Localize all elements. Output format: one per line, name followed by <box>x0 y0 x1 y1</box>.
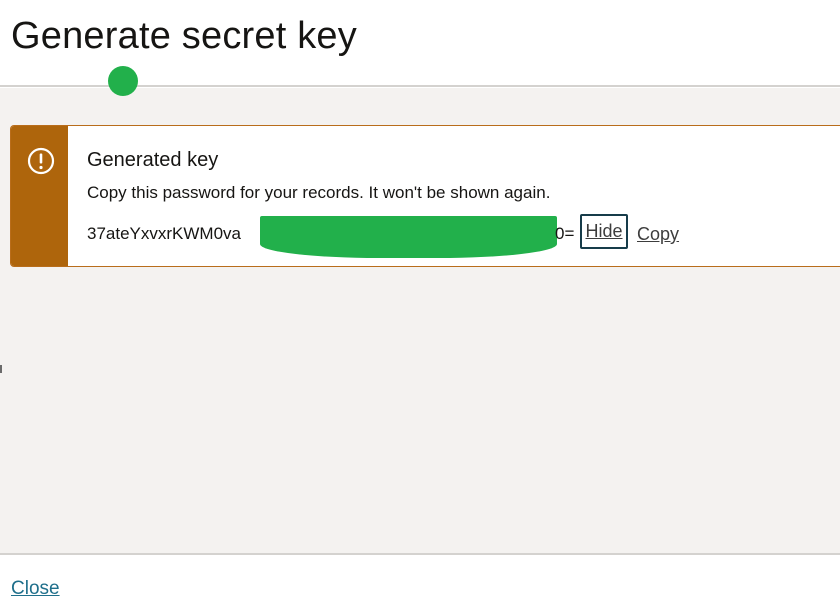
secret-key-row: 37ateYxvxrKWM0va 0= Hide Copy <box>87 214 787 258</box>
close-link[interactable]: Close <box>11 578 60 600</box>
secret-key-value-start: 37ateYxvxrKWM0va <box>87 224 241 243</box>
generated-key-banner: Generated key Copy this password for you… <box>10 125 840 267</box>
scroll-edge-marker <box>0 365 2 373</box>
copy-key-link[interactable]: Copy <box>637 224 679 245</box>
banner-message: Copy this password for your records. It … <box>87 183 551 202</box>
dialog-footer <box>0 553 840 610</box>
redaction-overlay <box>260 216 557 258</box>
hide-key-link[interactable]: Hide <box>580 214 628 249</box>
warning-icon <box>27 147 55 175</box>
banner-title: Generated key <box>87 149 219 171</box>
page-title: Generate secret key <box>11 15 357 57</box>
banner-status-stripe <box>11 126 68 266</box>
annotation-marker-dot <box>108 66 138 96</box>
secret-key-value-end: 0= <box>555 224 575 243</box>
